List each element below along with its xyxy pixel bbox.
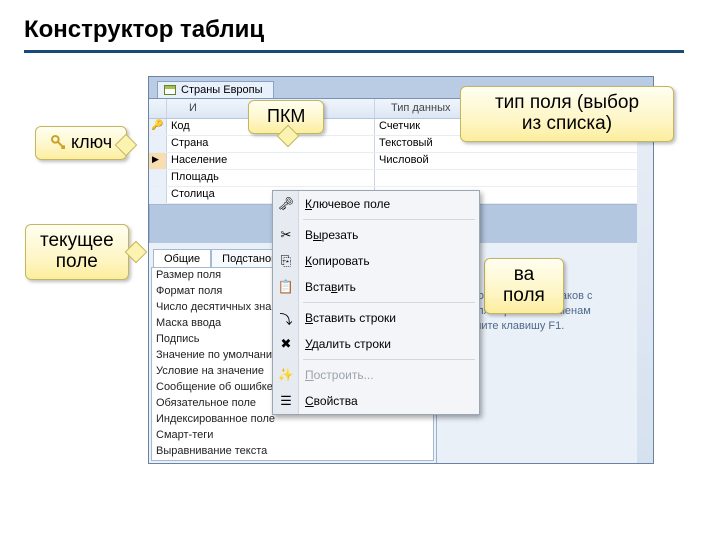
row-selector[interactable] — [149, 136, 167, 152]
menu-item[interactable]: 📋 Вставить — [273, 274, 479, 300]
property-label: Формат поля — [152, 284, 290, 300]
menu-item-label: Построить... — [305, 368, 374, 382]
field-name-cell[interactable]: Страна — [167, 136, 375, 152]
menu-item[interactable]: ⤵ Вставить строки — [273, 305, 479, 331]
callout-type: тип поля (выбориз списка) — [460, 86, 674, 142]
menu-item[interactable]: 🗝 Ключевое поле — [273, 191, 479, 217]
page-title: Конструктор таблиц — [0, 0, 720, 50]
tab-table[interactable]: Страны Европы — [157, 81, 274, 98]
row-selector[interactable] — [149, 170, 167, 186]
key-icon: 🗝 — [277, 195, 295, 213]
property-label: Сообщение об ошибке — [152, 380, 290, 396]
menu-item-label: Свойства — [305, 394, 358, 408]
property-label: Число десятичных знако — [152, 300, 290, 316]
field-row[interactable]: Площадь — [149, 170, 653, 187]
title-underline — [24, 50, 684, 53]
menu-item[interactable]: ✂ Вырезать — [273, 222, 479, 248]
scrollbar[interactable] — [637, 99, 653, 463]
delete-rows-icon: ✖ — [277, 335, 295, 353]
menu-separator — [303, 219, 475, 220]
key-icon: 🔑 — [149, 120, 163, 131]
tab-label: Страны Европы — [181, 84, 263, 96]
row-selector[interactable]: 🔑 — [149, 119, 167, 135]
property-row[interactable]: Выравнивание текста — [152, 444, 433, 460]
property-label: Смарт-теги — [152, 428, 290, 444]
property-label: Индексированное поле — [152, 412, 290, 428]
paste-icon: 📋 — [277, 278, 295, 296]
menu-separator — [303, 359, 475, 360]
menu-item: ✨ Построить... — [273, 362, 479, 388]
property-value[interactable] — [290, 444, 433, 460]
cut-icon: ✂ — [277, 226, 295, 244]
row-selector[interactable]: ▶ — [149, 153, 167, 169]
table-icon — [164, 85, 176, 95]
tab-general[interactable]: Общие — [153, 249, 211, 267]
property-label: Условие на значение — [152, 364, 290, 380]
property-row[interactable]: Смарт-теги — [152, 428, 433, 444]
menu-separator — [303, 302, 475, 303]
property-label: Обязательное поле — [152, 396, 290, 412]
property-label: Значение по умолчани — [152, 348, 290, 364]
field-type-cell[interactable]: Числовой — [375, 153, 653, 169]
props-icon: ☰ — [277, 392, 295, 410]
field-name-cell[interactable]: Население — [167, 153, 375, 169]
copy-icon: ⎘ — [277, 252, 295, 270]
property-label: Размер поля — [152, 268, 290, 284]
menu-item-label: Вставить — [305, 280, 356, 294]
field-row[interactable]: ▶НаселениеЧисловой — [149, 153, 653, 170]
menu-item-label: Вставить строки — [305, 311, 396, 325]
menu-item[interactable]: ☰ Свойства — [273, 388, 479, 414]
menu-item-label: Копировать — [305, 254, 370, 268]
callout-props-tail: ваполя — [484, 258, 564, 314]
insert-rows-icon: ⤵ — [277, 309, 295, 327]
callout-key: ключ — [35, 126, 127, 160]
context-menu: 🗝 Ключевое поле ✂ Вырезать ⎘ Копировать 📋 Встав… — [272, 190, 480, 415]
field-name-cell[interactable]: Площадь — [167, 170, 375, 186]
property-value[interactable] — [290, 428, 433, 444]
build-icon: ✨ — [277, 366, 295, 384]
menu-item-label: Вырезать — [305, 228, 358, 242]
key-icon — [50, 134, 66, 150]
menu-item-label: Удалить строки — [305, 337, 391, 351]
property-label: Выравнивание текста — [152, 444, 290, 460]
field-type-cell[interactable] — [375, 170, 653, 186]
menu-item-label: Ключевое поле — [305, 197, 390, 211]
menu-item[interactable]: ✖ Удалить строки — [273, 331, 479, 357]
menu-item[interactable]: ⎘ Копировать — [273, 248, 479, 274]
row-selector[interactable] — [149, 187, 167, 203]
property-label: Подпись — [152, 332, 290, 348]
callout-current-field: текущееполе — [25, 224, 129, 280]
property-label: Маска ввода — [152, 316, 290, 332]
